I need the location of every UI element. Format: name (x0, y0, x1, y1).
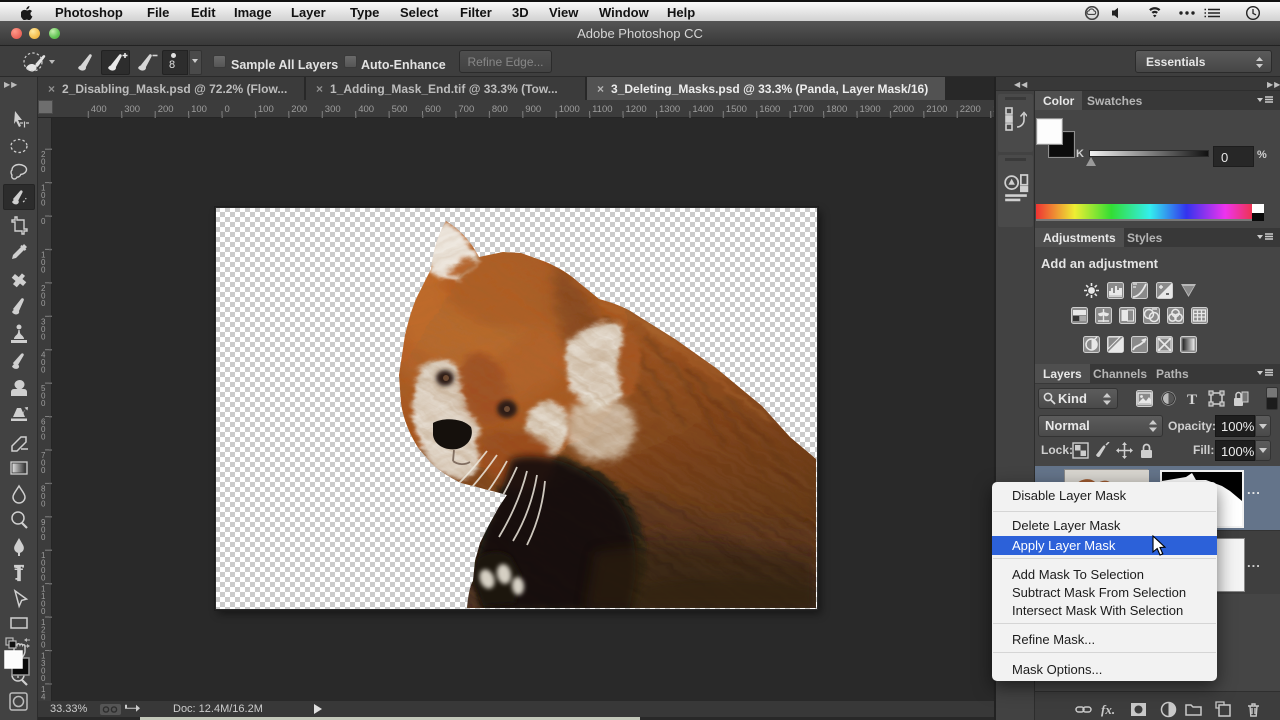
svg-text:0: 0 (41, 366, 46, 375)
svg-text:400: 400 (91, 104, 107, 115)
svg-text:0: 0 (41, 466, 46, 475)
svg-text:0: 0 (41, 299, 46, 308)
svg-text:0: 0 (41, 217, 46, 226)
svg-text:0: 0 (41, 165, 46, 174)
svg-text:1500: 1500 (726, 104, 747, 115)
svg-text:300: 300 (325, 104, 341, 115)
svg-text:1200: 1200 (626, 104, 647, 115)
svg-text:700: 700 (458, 104, 474, 115)
svg-text:0: 0 (41, 533, 46, 542)
svg-text:T: T (1187, 392, 1197, 407)
svg-text:900: 900 (525, 104, 541, 115)
svg-text:100: 100 (191, 104, 207, 115)
svg-text:800: 800 (492, 104, 508, 115)
svg-text:0: 0 (41, 399, 46, 408)
svg-text:fx.: fx. (1101, 702, 1115, 717)
svg-text:2000: 2000 (893, 104, 914, 115)
svg-text:1400: 1400 (692, 104, 713, 115)
svg-text:100: 100 (258, 104, 274, 115)
svg-text:600: 600 (425, 104, 441, 115)
svg-text:0: 0 (41, 332, 46, 341)
svg-text:2200: 2200 (960, 104, 981, 115)
svg-text:0: 0 (41, 674, 46, 683)
svg-text:200: 200 (291, 104, 307, 115)
svg-text:2100: 2100 (926, 104, 947, 115)
svg-text:1600: 1600 (759, 104, 780, 115)
svg-text:0: 0 (41, 499, 46, 508)
svg-text:0: 0 (41, 433, 46, 442)
svg-text:1700: 1700 (793, 104, 814, 115)
svg-text:300: 300 (124, 104, 140, 115)
svg-text:200: 200 (158, 104, 174, 115)
svg-text:0: 0 (41, 574, 46, 583)
svg-text:500: 500 (392, 104, 408, 115)
svg-text:1300: 1300 (659, 104, 680, 115)
svg-text:0: 0 (41, 199, 46, 208)
svg-text:0: 0 (225, 104, 230, 115)
svg-text:1800: 1800 (826, 104, 847, 115)
svg-text:0: 0 (41, 607, 46, 616)
svg-text:1900: 1900 (860, 104, 881, 115)
svg-text:0: 0 (41, 641, 46, 650)
svg-text:1000: 1000 (559, 104, 580, 115)
svg-text:T: T (15, 565, 24, 581)
svg-text:1100: 1100 (592, 104, 612, 115)
svg-text:0: 0 (41, 265, 46, 274)
svg-text:400: 400 (358, 104, 374, 115)
